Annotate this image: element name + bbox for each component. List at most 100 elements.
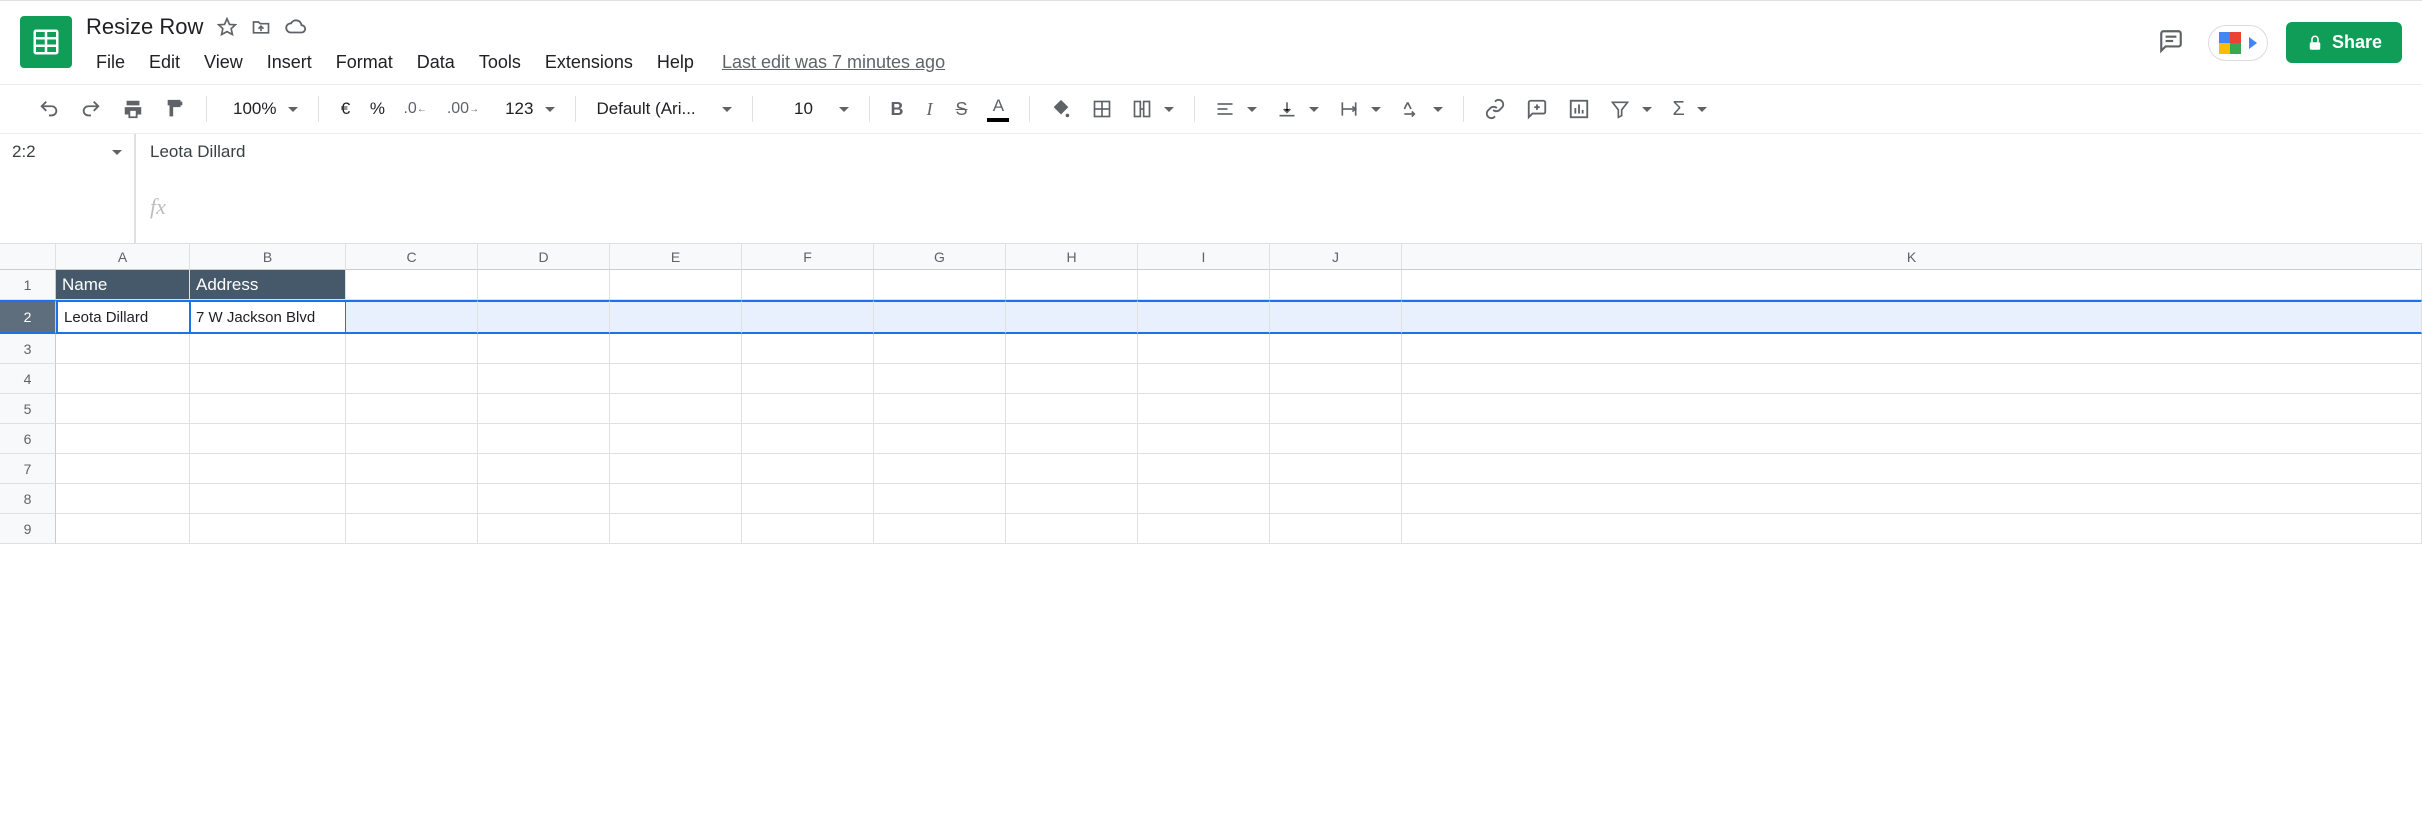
cell[interactable] [1402,454,2422,484]
cell[interactable] [610,270,742,300]
horizontal-align-dropdown[interactable] [1207,95,1265,123]
cell[interactable] [346,334,478,364]
cell[interactable] [478,514,610,544]
cell[interactable] [478,334,610,364]
cell[interactable] [1402,394,2422,424]
cell[interactable] [1402,270,2422,300]
move-icon[interactable] [251,17,271,37]
cell[interactable] [1138,334,1270,364]
menu-view[interactable]: View [194,48,253,77]
column-header[interactable]: C [346,244,478,270]
cell[interactable] [874,484,1006,514]
column-header[interactable]: D [478,244,610,270]
cell[interactable] [346,270,478,300]
cell[interactable] [346,454,478,484]
name-box[interactable]: 2:2 [0,134,134,170]
cell[interactable] [190,514,346,544]
cell[interactable] [346,514,478,544]
column-header[interactable]: F [742,244,874,270]
cell[interactable] [56,514,190,544]
format-currency-button[interactable]: € [331,99,359,119]
cell[interactable] [478,300,610,334]
cell[interactable] [1402,484,2422,514]
fill-color-button[interactable] [1042,92,1080,126]
column-header[interactable]: K [1402,244,2422,270]
row-header[interactable]: 3 [0,334,56,364]
cell[interactable] [1006,484,1138,514]
cell[interactable] [346,394,478,424]
cell[interactable] [1270,424,1402,454]
cell[interactable] [1270,394,1402,424]
cell[interactable] [1138,514,1270,544]
cell[interactable] [478,454,610,484]
cell[interactable] [56,394,190,424]
select-all-corner[interactable] [0,244,56,270]
menu-insert[interactable]: Insert [257,48,322,77]
menu-edit[interactable]: Edit [139,48,190,77]
cloud-status-icon[interactable] [285,16,307,38]
cell[interactable] [478,364,610,394]
sheets-app-icon[interactable] [20,16,72,68]
share-button[interactable]: Share [2286,22,2402,63]
cell[interactable] [478,270,610,300]
undo-icon[interactable] [30,92,68,126]
document-title[interactable]: Resize Row [86,14,203,40]
row-header[interactable]: 9 [0,514,56,544]
print-icon[interactable] [114,92,152,126]
cell[interactable] [190,334,346,364]
cell[interactable] [874,454,1006,484]
cell[interactable] [56,484,190,514]
zoom-dropdown[interactable]: 100% [219,95,306,123]
cell[interactable] [1006,424,1138,454]
cell[interactable] [1138,454,1270,484]
cell[interactable] [1006,394,1138,424]
cell[interactable] [874,424,1006,454]
cell[interactable] [190,484,346,514]
merge-cells-dropdown[interactable] [1124,95,1182,123]
row-header[interactable]: 5 [0,394,56,424]
font-size-dropdown[interactable]: 10 [765,95,857,123]
cell[interactable] [1138,424,1270,454]
cell[interactable]: 7 W Jackson Blvd [190,300,346,334]
format-percent-button[interactable]: % [363,99,391,119]
cell[interactable] [742,454,874,484]
cell[interactable] [478,484,610,514]
star-icon[interactable] [217,17,237,37]
cell[interactable] [1270,300,1402,334]
cell[interactable] [874,300,1006,334]
menu-data[interactable]: Data [407,48,465,77]
cell[interactable] [56,424,190,454]
row-header-selected[interactable]: 2 [0,300,56,334]
cell[interactable] [742,334,874,364]
cell[interactable] [190,364,346,394]
cell[interactable] [742,300,874,334]
formula-bar[interactable]: Leota Dillard [136,134,2422,170]
cell[interactable]: Leota Dillard [56,300,190,334]
cell[interactable] [190,454,346,484]
cell[interactable] [1006,300,1138,334]
paint-format-icon[interactable] [156,92,194,126]
last-edit-link[interactable]: Last edit was 7 minutes ago [722,52,945,73]
cell[interactable] [1006,454,1138,484]
bold-button[interactable]: B [882,93,911,126]
cell[interactable] [610,364,742,394]
cell[interactable] [478,424,610,454]
text-rotation-dropdown[interactable] [1393,95,1451,123]
cell[interactable] [1402,300,2422,334]
insert-comment-button[interactable] [1518,92,1556,126]
text-wrap-dropdown[interactable] [1331,95,1389,123]
insert-link-button[interactable] [1476,92,1514,126]
filter-dropdown[interactable] [1602,95,1660,123]
cell[interactable] [1270,484,1402,514]
cell[interactable] [874,334,1006,364]
cell[interactable] [742,424,874,454]
number-format-dropdown[interactable]: 123 [491,95,563,123]
cell[interactable] [56,334,190,364]
cell[interactable] [1402,424,2422,454]
decrease-decimal-button[interactable]: .0← [395,94,434,124]
cell[interactable] [1270,270,1402,300]
cell[interactable] [1138,270,1270,300]
meet-button[interactable] [2208,25,2268,61]
cell[interactable]: Address [190,270,346,300]
column-header[interactable]: J [1270,244,1402,270]
